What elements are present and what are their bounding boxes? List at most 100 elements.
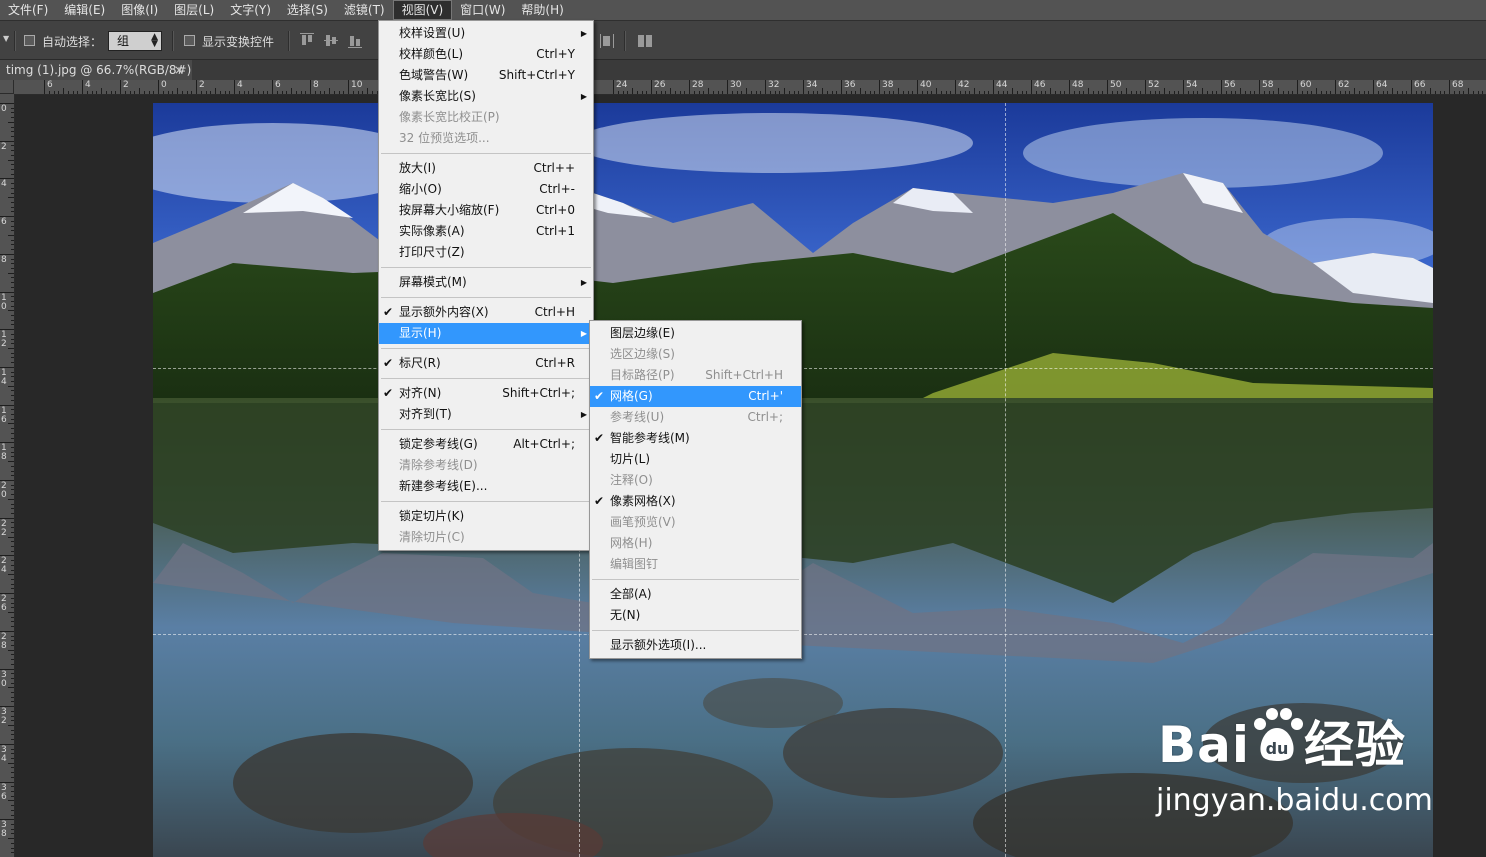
align-top-edges-icon[interactable]: [300, 33, 314, 49]
ruler-label: 32: [768, 80, 780, 90]
view_menu-item[interactable]: 像素长宽比校正(P): [379, 107, 593, 128]
show_submenu-item[interactable]: ✔ 像素网格(X): [590, 491, 801, 512]
menu-3[interactable]: 图层(L): [166, 0, 222, 20]
menu-8[interactable]: 窗口(W): [452, 0, 513, 20]
ruler-minor-tick: [11, 720, 14, 722]
view_menu-item[interactable]: 锁定切片(K): [379, 506, 593, 527]
ruler-minor-tick: [703, 91, 705, 94]
view_menu-item[interactable]: ✔ 对齐(N) Shift+Ctrl+;: [379, 383, 593, 404]
show_submenu-item[interactable]: 全部(A): [590, 584, 801, 605]
show_submenu-item[interactable]: 显示额外选项(I)...: [590, 635, 801, 656]
ruler-minor-tick: [77, 91, 79, 94]
menu-1[interactable]: 编辑(E): [56, 0, 113, 20]
view_menu-item[interactable]: 32 位预览选项...: [379, 128, 593, 149]
show_submenu-item[interactable]: ✔ 智能参考线(M): [590, 428, 801, 449]
ruler-minor-tick: [845, 91, 847, 94]
menu-0[interactable]: 文件(F): [0, 0, 56, 20]
ruler-minor-tick: [760, 91, 762, 94]
ruler-minor-tick: [11, 395, 14, 397]
view_menu-item[interactable]: 清除切片(C): [379, 527, 593, 548]
ruler-minor-tick: [1225, 91, 1227, 94]
auto-select-target-select[interactable]: 组 ▲ ▼: [108, 31, 162, 51]
tool-preset-chevron-icon[interactable]: ▼: [3, 34, 9, 43]
view_menu-item[interactable]: 放大(I) Ctrl++: [379, 158, 593, 179]
view_menu-item[interactable]: 校样设置(U) ▶: [379, 23, 593, 44]
select-value: 组: [117, 34, 130, 48]
view_menu-item[interactable]: 校样颜色(L) Ctrl+Y: [379, 44, 593, 65]
ruler-minor-tick: [793, 91, 795, 94]
show_submenu-item[interactable]: 选区边缘(S): [590, 344, 801, 365]
menu-5[interactable]: 选择(S): [279, 0, 336, 20]
view_menu-item[interactable]: 对齐到(T) ▶: [379, 404, 593, 425]
ruler-minor-tick: [1344, 91, 1346, 94]
view_menu-item[interactable]: 锁定参考线(G) Alt+Ctrl+;: [379, 434, 593, 455]
view_menu-item[interactable]: 色域警告(W) Shift+Ctrl+Y: [379, 65, 593, 86]
show_submenu-item[interactable]: 注释(O): [590, 470, 801, 491]
ruler-minor-tick: [11, 206, 14, 208]
close-icon[interactable]: ×: [174, 60, 184, 80]
menu-4[interactable]: 文字(Y): [222, 0, 279, 20]
ruler-minor-tick: [124, 91, 126, 94]
show_submenu-item[interactable]: 目标路径(P) Shift+Ctrl+H: [590, 365, 801, 386]
auto-select-checkbox[interactable]: [24, 35, 35, 46]
ruler-label: 34: [806, 80, 818, 90]
ruler-label: 40: [920, 80, 932, 90]
align-vertical-centers-icon[interactable]: [324, 33, 338, 49]
auto-align-layers-icon[interactable]: [638, 33, 652, 49]
show_submenu-item[interactable]: 编辑图钉: [590, 554, 801, 575]
view_menu-item[interactable]: ✔ 显示额外内容(X) Ctrl+H: [379, 302, 593, 323]
ruler-label: 2: [123, 80, 129, 90]
ruler-minor-tick: [1401, 91, 1403, 94]
menu-7[interactable]: 视图(V): [392, 0, 453, 20]
view_menu-item[interactable]: 屏幕模式(M) ▶: [379, 272, 593, 293]
view_menu-item[interactable]: 按屏幕大小缩放(F) Ctrl+0: [379, 200, 593, 221]
ruler-minor-tick: [1097, 91, 1099, 94]
menu-6[interactable]: 滤镜(T): [336, 0, 393, 20]
show_submenu-item[interactable]: 无(N): [590, 605, 801, 626]
ruler-label: 2 2: [1, 518, 7, 538]
checkmark-icon: ✔: [383, 356, 394, 370]
ruler-minor-tick: [1078, 91, 1080, 94]
ruler-minor-tick: [1126, 88, 1127, 94]
ruler-minor-tick: [11, 791, 14, 792]
view_menu-item[interactable]: ✔ 标尺(R) Ctrl+R: [379, 353, 593, 374]
ruler-origin[interactable]: [0, 80, 14, 94]
align-bottom-edges-icon[interactable]: [348, 33, 362, 49]
show-transform-checkbox[interactable]: [184, 35, 195, 46]
show_submenu-item[interactable]: 画笔预览(V): [590, 512, 801, 533]
ruler-minor-tick: [817, 91, 819, 94]
ruler-minor-tick: [300, 91, 302, 94]
ruler-minor-tick: [11, 847, 14, 849]
view_menu-item[interactable]: 像素长宽比(S) ▶: [379, 86, 593, 107]
ruler-minor-tick: [1140, 91, 1142, 94]
distribute-horizontal-icon[interactable]: [600, 33, 614, 49]
ruler-minor-tick: [1197, 91, 1199, 94]
menu-item-label: 缩小(O): [399, 182, 442, 196]
document-tab[interactable]: timg (1).jpg @ 66.7%(RGB/8#) ×: [0, 60, 192, 80]
view_menu-item[interactable]: 实际像素(A) Ctrl+1: [379, 221, 593, 242]
auto-select-label: 自动选择：: [42, 35, 103, 49]
ruler-tick: [803, 80, 804, 94]
ruler-minor-tick: [11, 475, 14, 477]
ruler-minor-tick: [8, 423, 14, 425]
ruler-minor-tick: [11, 465, 14, 467]
menu-separator: [381, 429, 591, 430]
show_submenu-item[interactable]: 参考线(U) Ctrl+;: [590, 407, 801, 428]
view_menu-item[interactable]: 缩小(O) Ctrl+-: [379, 179, 593, 200]
ruler-label: 48: [1072, 80, 1084, 90]
show_submenu-item[interactable]: 图层边缘(E): [590, 323, 801, 344]
menu-2[interactable]: 图像(I): [113, 0, 166, 20]
view_menu-item[interactable]: 新建参考线(E)...: [379, 476, 593, 497]
show_submenu-item[interactable]: 网格(H): [590, 533, 801, 554]
view_menu-item[interactable]: 清除参考线(D): [379, 455, 593, 476]
show_submenu-item[interactable]: ✔ 网格(G) Ctrl+': [590, 386, 801, 407]
view_menu-item[interactable]: 显示(H) ▶: [379, 323, 593, 344]
view_menu-item[interactable]: 打印尺寸(Z): [379, 242, 593, 263]
view-menu: 校样设置(U) ▶ 校样颜色(L) Ctrl+Y 色域警告(W) Shift+Ctrl+Y…: [378, 20, 594, 551]
horizontal-ruler[interactable]: 6 4 2 0 2 4 6 8 10 24 26 28 30 32 34 36 38 40 42 44 46 48 50 52…: [14, 80, 1486, 95]
show_submenu-item[interactable]: 切片(L): [590, 449, 801, 470]
vertical-ruler[interactable]: 0 2 4 6 8 1 0 1 2 1 4 1 6 1 8 2 0 2 2 2 4 2 6 2 8 3 0 3 …: [0, 94, 15, 857]
ruler-minor-tick: [11, 376, 14, 378]
menu-9[interactable]: 帮助(H): [513, 0, 571, 20]
ruler-minor-tick: [224, 91, 226, 94]
